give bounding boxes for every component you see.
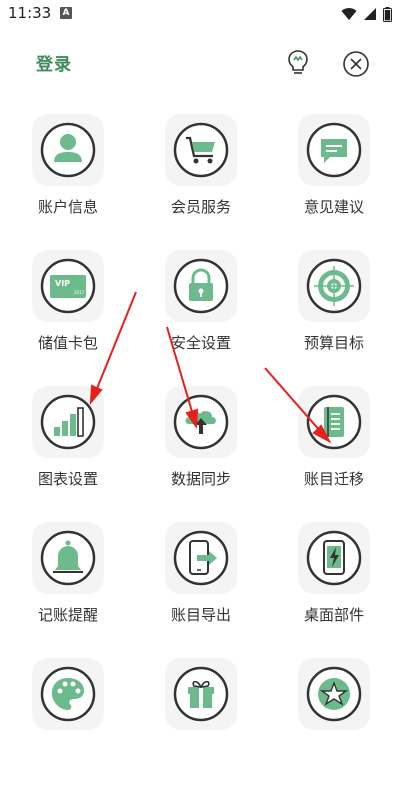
menu-tile bbox=[32, 522, 104, 594]
menu-item-label: 桌面部件 bbox=[303, 606, 364, 624]
menu-tile bbox=[165, 386, 237, 458]
menu-row: 记账提醒 账目导出 桌面部件 bbox=[0, 522, 400, 658]
bar-chart-icon bbox=[40, 394, 96, 450]
menu-tile bbox=[32, 658, 104, 730]
menu-tile bbox=[165, 658, 237, 730]
menu-tile bbox=[165, 522, 237, 594]
close-button[interactable] bbox=[342, 50, 370, 78]
status-bar: 11:33 A bbox=[0, 0, 400, 28]
menu-row: VIP 2017 储值卡包 安全设置 预算目标 bbox=[0, 250, 400, 386]
signal-icon bbox=[364, 8, 376, 20]
notification-icon: A bbox=[60, 7, 72, 19]
target-icon bbox=[306, 258, 362, 314]
menu-tile bbox=[298, 522, 370, 594]
menu-item-label: 账目迁移 bbox=[303, 470, 364, 488]
status-time: 11:33 bbox=[8, 4, 52, 22]
gift-icon bbox=[173, 666, 229, 722]
menu-row: 账户信息 会员服务 意见建议 bbox=[0, 114, 400, 250]
cloud-sync-icon bbox=[173, 394, 229, 450]
login-link[interactable]: 登录 bbox=[36, 50, 72, 75]
menu-item-label: 安全设置 bbox=[170, 334, 231, 352]
svg-text:2017: 2017 bbox=[74, 290, 85, 295]
ledger-icon bbox=[306, 394, 362, 450]
menu-tile bbox=[298, 658, 370, 730]
menu-tile bbox=[32, 386, 104, 458]
cart-icon bbox=[173, 122, 229, 178]
wifi-icon bbox=[341, 8, 357, 20]
menu-tile bbox=[165, 250, 237, 322]
lock-icon bbox=[173, 258, 229, 314]
menu-item-label: 数据同步 bbox=[170, 470, 231, 488]
feedback-icon bbox=[306, 122, 362, 178]
menu-item-label: 会员服务 bbox=[170, 198, 231, 216]
phone-export-icon bbox=[173, 530, 229, 586]
menu-item-label: 记账提醒 bbox=[37, 606, 98, 624]
menu-item-label: 账目导出 bbox=[170, 606, 231, 624]
menu-item-label: 意见建议 bbox=[303, 198, 364, 216]
menu-tile bbox=[298, 114, 370, 186]
palette-icon bbox=[40, 666, 96, 722]
battery-icon bbox=[383, 6, 392, 22]
menu-tile bbox=[298, 250, 370, 322]
menu-tile: VIP 2017 bbox=[32, 250, 104, 322]
phone-widget-icon bbox=[306, 530, 362, 586]
menu-item-label: 预算目标 bbox=[303, 334, 364, 352]
menu-tile bbox=[32, 114, 104, 186]
status-icons bbox=[341, 4, 392, 24]
close-circle-icon bbox=[343, 51, 369, 77]
lightbulb-button[interactable] bbox=[285, 48, 311, 78]
menu-item-label: 储值卡包 bbox=[37, 334, 98, 352]
lightbulb-icon bbox=[288, 50, 308, 74]
menu-item-label: 图表设置 bbox=[37, 470, 98, 488]
star-icon bbox=[306, 666, 362, 722]
menu-tile bbox=[298, 386, 370, 458]
bell-icon bbox=[40, 530, 96, 586]
menu-item-label: 账户信息 bbox=[37, 198, 98, 216]
menu-row bbox=[0, 658, 400, 794]
user-icon bbox=[40, 122, 96, 178]
vip-card-icon: VIP 2017 bbox=[40, 258, 96, 314]
svg-text:VIP: VIP bbox=[55, 279, 70, 288]
header: 登录 bbox=[0, 40, 400, 86]
menu-row: 图表设置 数据同步 账目迁移 bbox=[0, 386, 400, 522]
menu-tile bbox=[165, 114, 237, 186]
